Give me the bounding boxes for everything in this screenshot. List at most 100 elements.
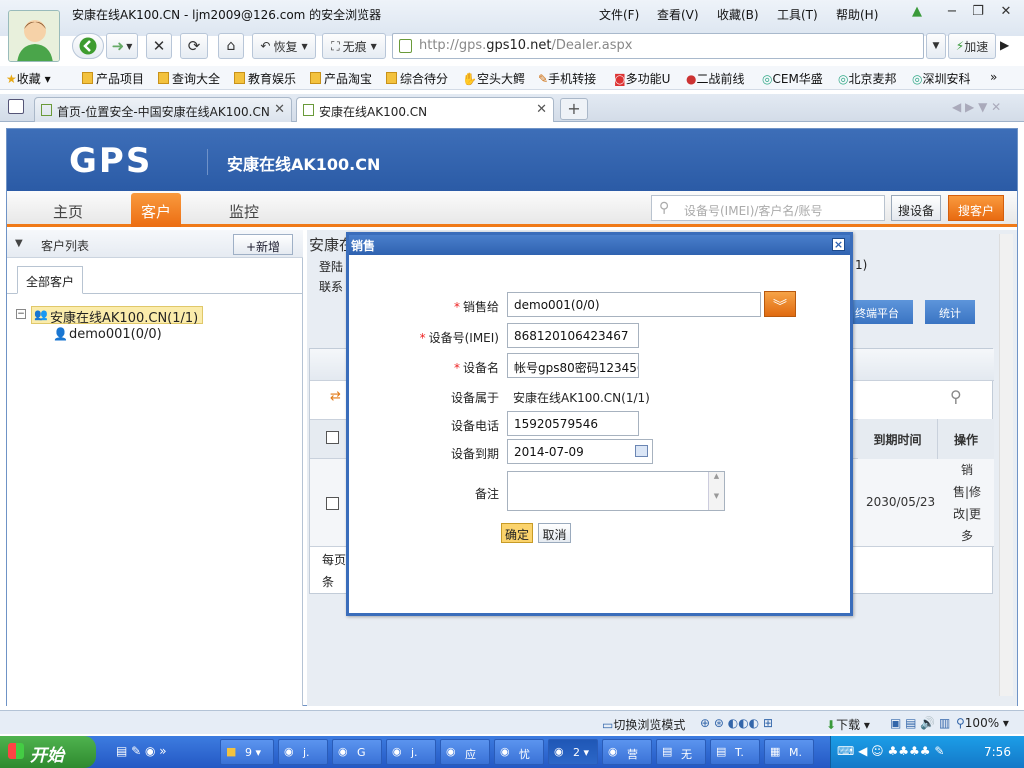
dialog-close-icon[interactable]: ×	[832, 238, 845, 251]
tab-list-icon[interactable]	[8, 99, 24, 114]
search-device-button[interactable]: 搜设备	[891, 195, 941, 221]
status-tools-icons[interactable]: ▣ ▤ 🔊 ▥	[890, 716, 950, 730]
taskbar-item-7[interactable]: ◉ 营	[602, 739, 652, 765]
refresh-arrows-icon[interactable]: ⇄	[330, 389, 341, 404]
note-scrollbar[interactable]: ▲ ▼	[708, 472, 724, 510]
fav-label: 综合待分	[400, 72, 449, 86]
forward-button[interactable]: ➜ ▼	[106, 33, 138, 59]
user-avatar[interactable]	[8, 10, 60, 62]
fav-item-2[interactable]: 教育娱乐	[234, 70, 296, 87]
taskbar-item-8[interactable]: ▤ 无	[656, 739, 706, 765]
fav-item-8[interactable]: ●二战前线	[686, 70, 745, 87]
nav-customer[interactable]: 客户	[131, 193, 181, 227]
search-input[interactable]: 设备号(IMEI)/客户名/账号	[651, 195, 885, 221]
expire-date-field[interactable]: 2014-07-09	[507, 439, 653, 464]
fav-item-4[interactable]: 综合待分	[386, 70, 448, 87]
tab-all-customers[interactable]: 全部客户	[17, 266, 83, 294]
confirm-button[interactable]: 确定	[501, 523, 533, 543]
taskbar-item-10[interactable]: ▦ M.	[764, 739, 814, 765]
scroll-up-icon[interactable]: ▲	[709, 472, 724, 480]
taskbar-item-3[interactable]: ◉ j.	[386, 739, 436, 765]
nav-home[interactable]: 主页	[53, 201, 83, 222]
tab-scroll-icons[interactable]: ◀ ▶ ▼ ✕	[952, 100, 1001, 114]
note-textarea[interactable]: ▲ ▼	[507, 471, 725, 511]
taskbar-item-1[interactable]: ◉ j.	[278, 739, 328, 765]
taskbar-item-2[interactable]: ◉ G	[332, 739, 382, 765]
row-checkbox[interactable]	[326, 497, 339, 510]
fav-more-button[interactable]: »	[990, 70, 997, 84]
tree-node-root[interactable]: 👥 安康在线AK100.CN(1/1)	[31, 306, 204, 326]
device-name-field[interactable]: 帐号gps80密码123456	[507, 353, 639, 378]
cancel-button[interactable]: 取消	[538, 523, 571, 543]
quick-launch-icons[interactable]: ▤ ✎ ◉ »	[116, 744, 167, 758]
minimize-button[interactable]: −	[942, 4, 962, 22]
op-more-link-2[interactable]: 多	[940, 525, 994, 547]
fav-item-7[interactable]: ◙多功能U	[614, 70, 670, 87]
taskbar-item-5[interactable]: ◉ 忧	[494, 739, 544, 765]
taskbar-item-9[interactable]: ▤ T.	[710, 739, 760, 765]
tab-dealer[interactable]: 安康在线AK100.CN ✕	[296, 97, 554, 122]
calendar-icon[interactable]	[635, 445, 648, 457]
fav-item-9[interactable]: ◎CEM华盛	[762, 70, 823, 87]
vertical-scrollbar[interactable]	[999, 234, 1013, 696]
menu-tools[interactable]: 工具(T)	[777, 6, 818, 23]
close-tab-icon[interactable]: ✕	[274, 102, 285, 117]
search-customer-button[interactable]: 搜客户	[948, 195, 1004, 221]
collapse-triangle-icon[interactable]: ▼	[15, 238, 23, 249]
imei-field[interactable]: 868120106423467	[507, 323, 639, 348]
fav-item-3[interactable]: 产品淘宝	[310, 70, 372, 87]
restore-tabs-button[interactable]: ↶ 恢复 ▼	[252, 33, 316, 59]
favorites-menu[interactable]: ★收藏 ▾	[6, 70, 51, 87]
home-button[interactable]: ⌂	[218, 33, 244, 59]
fav-item-6[interactable]: ✎手机转接	[538, 70, 596, 87]
grid-search-icon[interactable]: ⚲	[950, 387, 962, 406]
status-icons[interactable]: ⊕ ⊛ ◐◐◐ ⊞	[700, 716, 773, 730]
fav-item-11[interactable]: ◎深圳安科	[912, 70, 971, 87]
download-button[interactable]: ⬇下载 ▾	[826, 716, 870, 733]
new-tab-button[interactable]: +	[560, 98, 588, 120]
scroll-down-icon[interactable]: ▼	[709, 492, 724, 500]
zoom-control[interactable]: ⚲100% ▾	[956, 716, 1009, 730]
sell-to-field[interactable]: demo001(0/0)	[507, 292, 761, 317]
column-expire-header[interactable]: 到期时间	[858, 419, 938, 459]
taskbar-item-4[interactable]: ◉ 应	[440, 739, 490, 765]
op-edit-link[interactable]: 售|修	[940, 481, 994, 503]
nav-monitor[interactable]: 监控	[229, 201, 259, 222]
taskbar-item-folders[interactable]: ■ 9 ▾	[220, 739, 274, 765]
fav-item-5[interactable]: ✋空头大鳄	[462, 70, 525, 87]
tab-home[interactable]: 首页-位置安全-中国安康在线AK100.CN ✕	[34, 97, 292, 122]
menu-file[interactable]: 文件(F)	[599, 6, 639, 23]
phone-field[interactable]: 15920579546	[507, 411, 639, 436]
tree-node-child[interactable]: 👤 demo001(0/0)	[51, 327, 162, 342]
close-tab-icon[interactable]: ✕	[536, 102, 547, 117]
incognito-button[interactable]: ⛶ 无痕 ▼	[322, 33, 386, 59]
menu-view[interactable]: 查看(V)	[657, 6, 699, 23]
menu-help[interactable]: 帮助(H)	[836, 6, 878, 23]
taskbar-item-6[interactable]: ◉ 2 ▾	[548, 739, 598, 765]
tree-collapse-icon[interactable]: −	[16, 309, 26, 319]
close-window-button[interactable]: ✕	[996, 4, 1016, 22]
switch-mode-button[interactable]: ▭切换浏览模式	[602, 716, 685, 733]
fav-label: 多功能U	[625, 72, 671, 86]
tray-icons[interactable]: ⌨ ◀ ☺ ♣♣♣♣ ✎	[837, 744, 944, 758]
stop-button[interactable]: ✕	[146, 33, 172, 59]
select-all-checkbox[interactable]	[326, 431, 339, 444]
start-button[interactable]: 开始	[0, 736, 96, 768]
back-button[interactable]	[72, 33, 104, 59]
nav-more-arrow-icon[interactable]: ▶	[1000, 38, 1009, 52]
address-dropdown-button[interactable]: ▼	[926, 33, 946, 59]
add-customer-button[interactable]: +新增	[233, 234, 293, 255]
sell-to-dropdown-button[interactable]: ︾	[764, 291, 796, 317]
fav-item-1[interactable]: 查询大全	[158, 70, 220, 87]
refresh-button[interactable]: ⟳	[180, 33, 208, 59]
op-sell-link[interactable]: 销	[940, 459, 994, 481]
address-bar[interactable]: http://gps.gps10.net/Dealer.aspx	[392, 33, 924, 59]
accelerate-button[interactable]: ⚡ 加速	[948, 33, 996, 59]
menu-favorites[interactable]: 收藏(B)	[717, 6, 759, 23]
statistics-button[interactable]: 统计	[925, 300, 975, 324]
fav-item-0[interactable]: 产品项目	[82, 70, 144, 87]
restore-button[interactable]: ❐	[968, 4, 988, 22]
fav-item-10[interactable]: ◎北京麦邦	[838, 70, 897, 87]
skin-icon[interactable]: ▲	[907, 4, 927, 22]
op-more-link[interactable]: 改|更	[940, 503, 994, 525]
